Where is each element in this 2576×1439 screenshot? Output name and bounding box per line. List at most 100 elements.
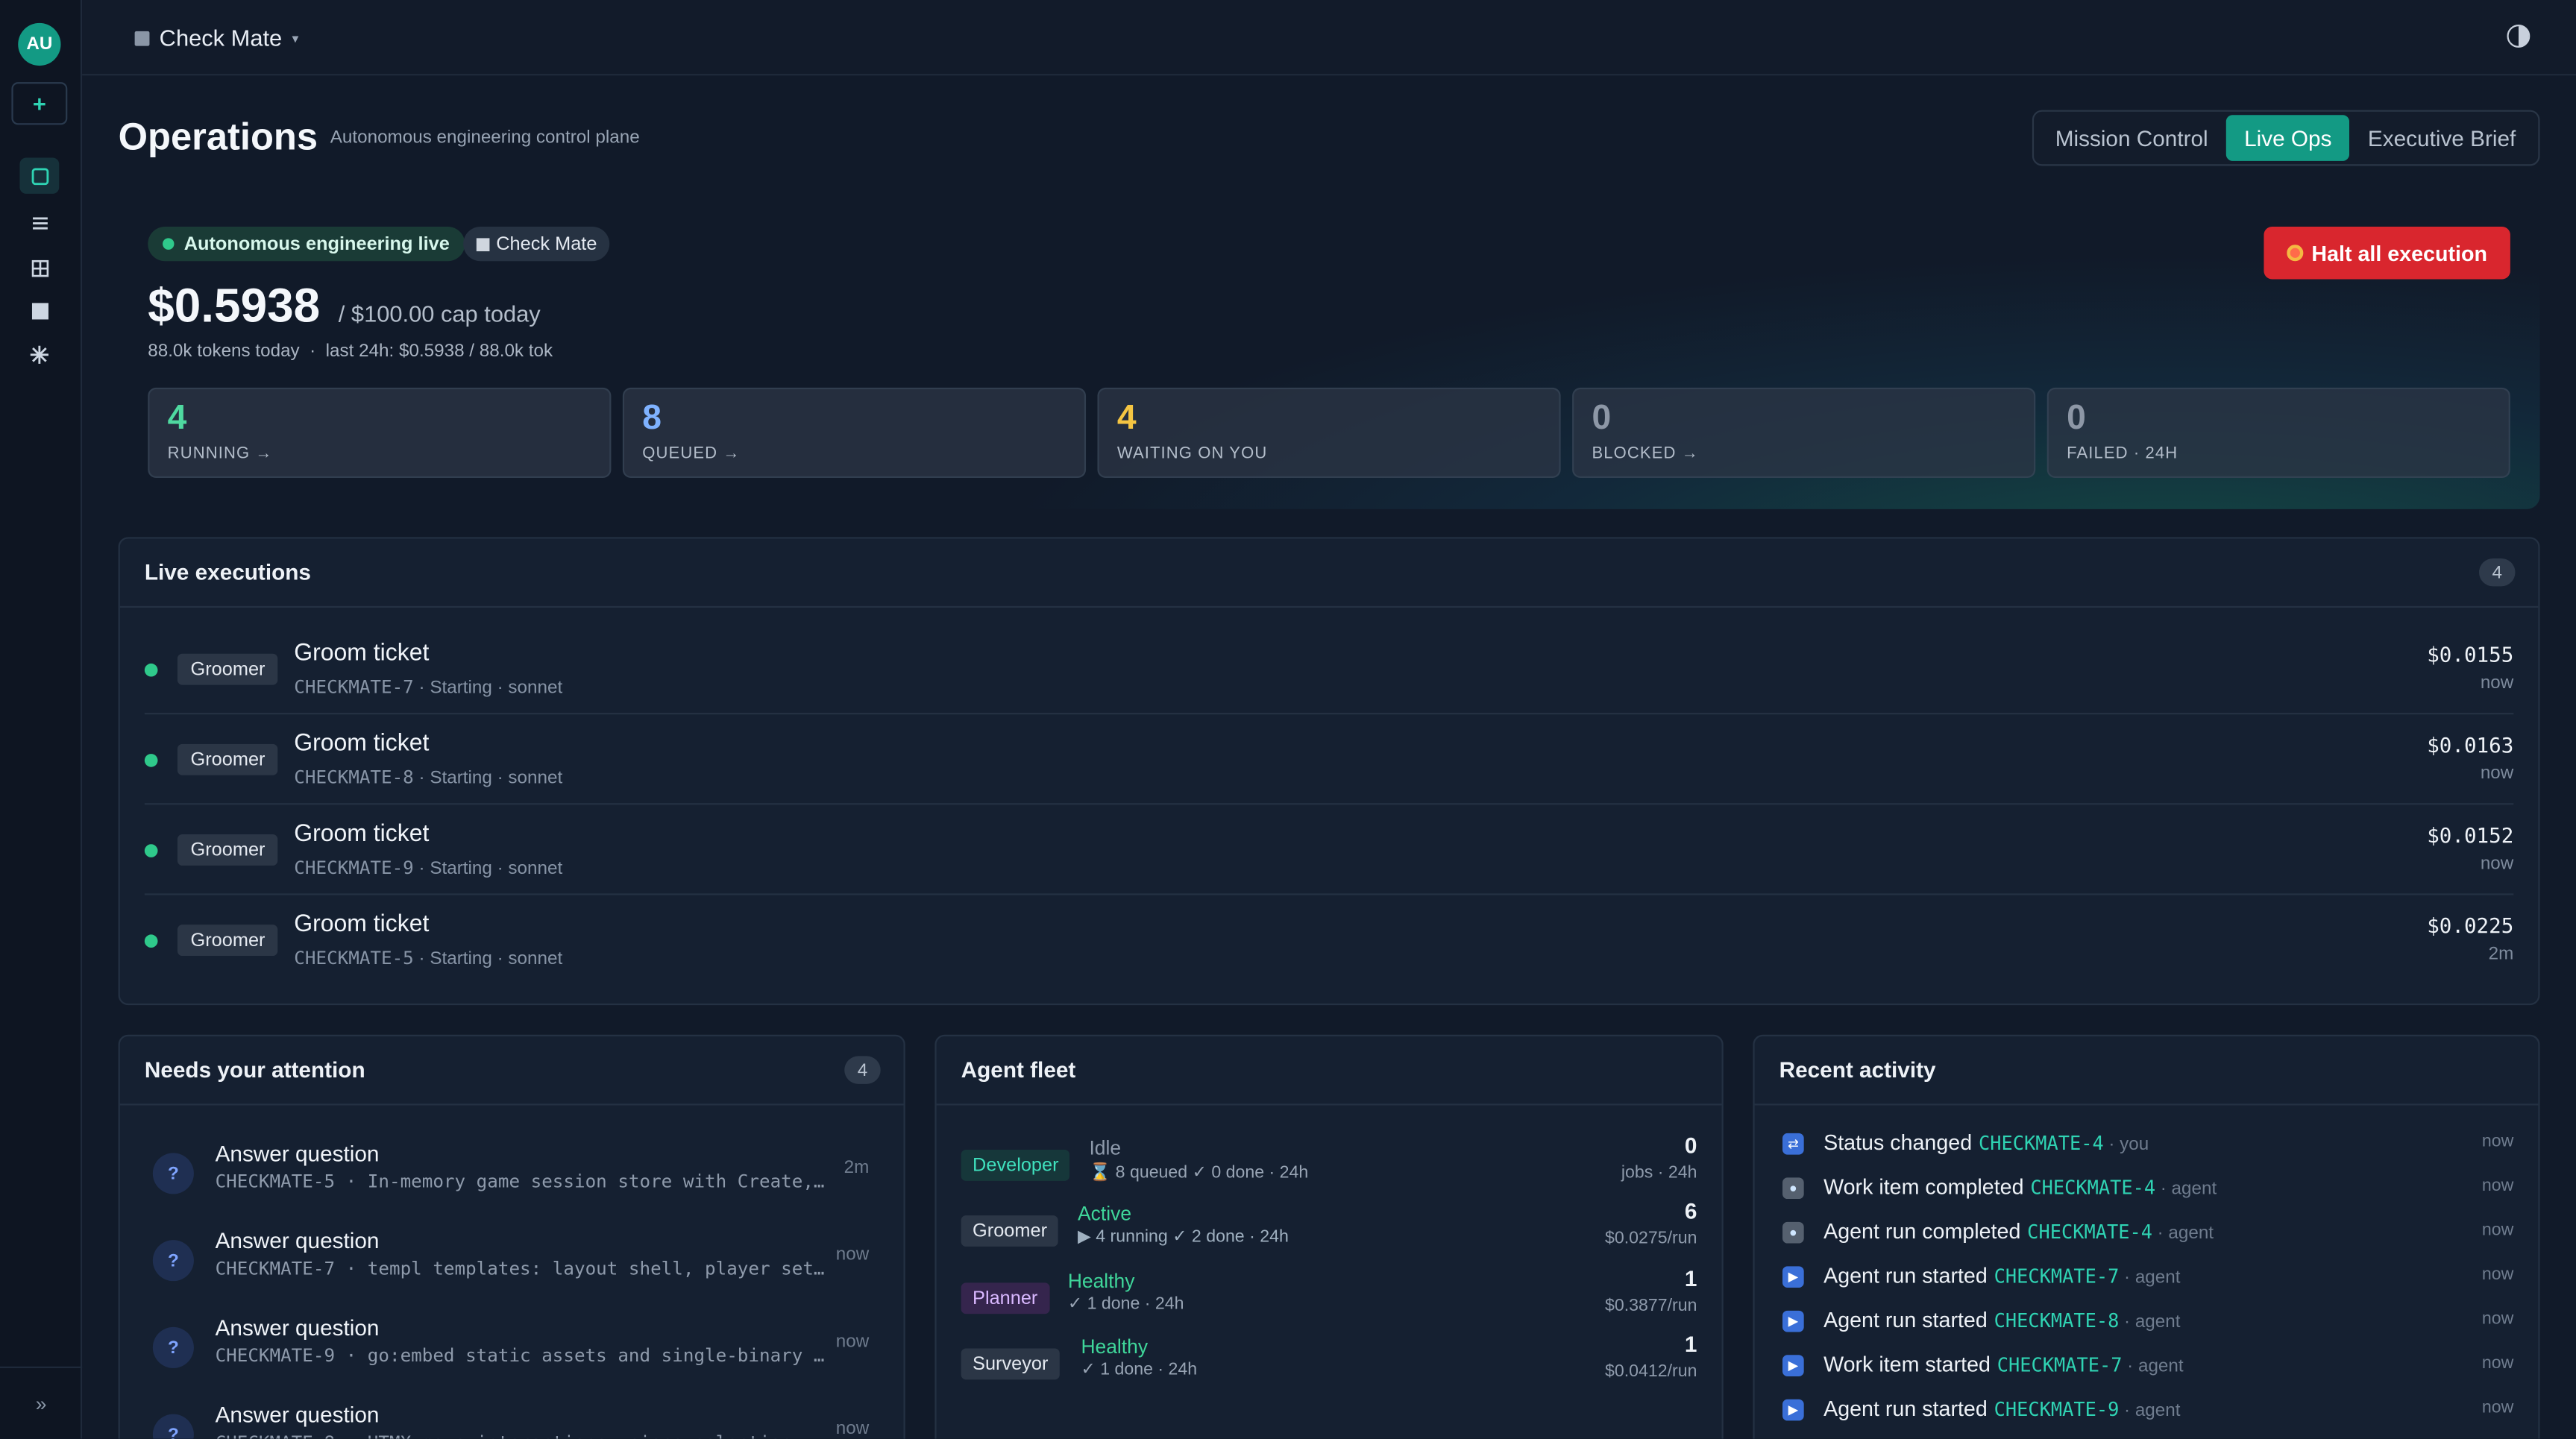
attention-time: 2m	[844, 1157, 870, 1178]
square-icon[interactable]	[19, 292, 59, 328]
fleet-row-developer[interactable]: Developer Idle ⌛ 8 queued ✓ 0 done · 24h…	[961, 1133, 1697, 1202]
fleet-status: Idle	[1089, 1136, 1122, 1160]
list-icon[interactable]	[19, 205, 59, 241]
activity-time: now	[2481, 1353, 2514, 1373]
attention-desc: CHECKMATE-5 · In-memory game session sto…	[215, 1171, 826, 1193]
activity-item[interactable]: ● Work item completed CHECKMATE-4 · agent …	[1779, 1174, 2514, 1220]
question-icon: ?	[152, 1153, 194, 1194]
execution-meta: CHECKMATE-9 · Starting · sonnet	[294, 857, 563, 879]
fleet-count: 0	[1684, 1133, 1697, 1158]
activity-item[interactable]: ● Agent run completed CHECKMATE-4 · agent …	[1779, 1218, 2514, 1265]
stat-waiting[interactable]: 4 WAITING ON YOU	[1097, 387, 1561, 479]
card-title: Agent fleet	[961, 1057, 1076, 1083]
execution-meta: CHECKMATE-8 · Starting · sonnet	[294, 766, 563, 789]
running-status-icon	[144, 754, 158, 767]
card-title: Live executions	[144, 560, 311, 585]
execution-time: now	[2480, 854, 2514, 874]
tab-mission-control[interactable]: Mission Control	[2037, 115, 2225, 161]
halt-all-button[interactable]: Halt all execution	[2264, 226, 2510, 280]
fleet-status: Active	[1078, 1202, 1132, 1226]
execution-meta: CHECKMATE-7 · Starting · sonnet	[294, 676, 563, 699]
attention-item[interactable]: ? Answer question CHECKMATE-9 · go:embed…	[145, 1301, 879, 1388]
stat-value: 4	[1116, 399, 1137, 437]
stat-value: 8	[642, 399, 662, 437]
execution-row[interactable]: Groomer Groom ticket CHECKMATE-7 · Start…	[144, 624, 2513, 715]
activity-text: Work item completed CHECKMATE-4 · agent	[1823, 1174, 2217, 1200]
question-icon: ?	[152, 1414, 194, 1439]
attention-time: now	[835, 1244, 870, 1265]
project-switcher[interactable]: Check Mate ▾	[134, 25, 298, 51]
activity-text: Agent run started CHECKMATE-7 · agent	[1823, 1262, 2181, 1288]
activity-time: now	[2481, 1176, 2514, 1196]
attention-desc: CHECKMATE-9 · go:embed static assets and…	[215, 1345, 826, 1367]
stat-queued[interactable]: 8 QUEUED →	[622, 387, 1087, 479]
role-tag: Planner	[961, 1282, 1049, 1314]
fleet-status: Healthy	[1081, 1335, 1149, 1358]
activity-text: Agent run started CHECKMATE-9 · agent	[1823, 1396, 2181, 1421]
stat-running[interactable]: 4 RUNNING →	[148, 387, 612, 479]
fleet-row-groomer[interactable]: Groomer Active ▶ 4 running ✓ 2 done · 24…	[961, 1199, 1697, 1268]
activity-text: Agent run started CHECKMATE-8 · agent	[1823, 1307, 2181, 1332]
sparkle-icon[interactable]	[19, 337, 59, 373]
attention-time: now	[835, 1332, 870, 1352]
count-badge: 4	[844, 1056, 881, 1084]
live-status-label: Autonomous engineering live	[183, 233, 450, 254]
attention-item[interactable]: ? Answer question CHECKMATE-8 · HTMX mov…	[145, 1388, 879, 1439]
activity-item[interactable]: ▶ Agent run started CHECKMATE-8 · agent no…	[1779, 1307, 2513, 1353]
grid-icon[interactable]	[19, 250, 59, 286]
halt-label: Halt all execution	[2311, 240, 2487, 265]
execution-meta: CHECKMATE-5 · Starting · sonnet	[294, 948, 563, 969]
activity-item[interactable]: ▶ Work item started CHECKMATE-7 · agent no…	[1779, 1352, 2514, 1397]
activity-item[interactable]: ⇄ Status changed CHECKMATE-4 · you now	[1779, 1130, 2513, 1176]
tab-executive-brief[interactable]: Executive Brief	[2350, 115, 2534, 161]
execution-row[interactable]: Groomer Groom ticket CHECKMATE-9 · Start…	[144, 804, 2514, 895]
live-status-pill: Autonomous engineering live	[148, 226, 465, 262]
activity-text: Agent run completed CHECKMATE-4 · agent	[1823, 1218, 2214, 1244]
question-icon: ?	[152, 1240, 194, 1282]
execution-row[interactable]: Groomer Groom ticket CHECKMATE-5 · Start…	[144, 895, 2513, 986]
robot-icon: ●	[1782, 1177, 1804, 1200]
attention-card: Needs your attention 4 ? Answer question…	[118, 1034, 905, 1439]
role-tag: Groomer	[961, 1215, 1059, 1247]
execution-row[interactable]: Groomer Groom ticket CHECKMATE-8 · Start…	[144, 714, 2514, 805]
fleet-unit: jobs · 24h	[1621, 1162, 1697, 1183]
topbar: Check Mate ▾	[82, 0, 2576, 76]
stat-blocked[interactable]: 0 BLOCKED →	[1572, 387, 2036, 479]
view-tabs: Mission Control Live Ops Executive Brief	[2032, 110, 2540, 166]
attention-item[interactable]: ? Answer question CHECKMATE-5 · In-memor…	[145, 1127, 879, 1214]
avatar[interactable]: AU	[18, 22, 61, 66]
activity-item[interactable]: ▶ Agent run started CHECKMATE-9 · agent no…	[1779, 1396, 2513, 1439]
fleet-row-surveyor[interactable]: Surveyor Healthy ✓ 1 done · 24h 1 $0.041…	[961, 1332, 1697, 1401]
theme-toggle-icon[interactable]	[2507, 25, 2531, 48]
agent-tag: Groomer	[177, 834, 279, 866]
app-window: AU + » Check Mate ▾ Operations Autonomou…	[0, 0, 2576, 1439]
stat-failed[interactable]: 0 FAILED · 24H	[2046, 387, 2510, 479]
activity-time: now	[2481, 1220, 2514, 1241]
add-button[interactable]: +	[11, 82, 68, 125]
fleet-detail: ✓ 1 done · 24h	[1081, 1359, 1198, 1380]
collapse-sidebar-button[interactable]: »	[0, 1366, 83, 1439]
stop-icon	[2287, 245, 2304, 262]
recent-activity-card: Recent activity ⇄ Status changed CHECKMAT…	[1753, 1034, 2540, 1439]
live-dot-icon	[163, 238, 175, 250]
fleet-row-planner[interactable]: Planner Healthy ✓ 1 done · 24h 1 $0.3877…	[961, 1266, 1697, 1335]
tab-live-ops[interactable]: Live Ops	[2225, 115, 2350, 161]
dashboard-icon[interactable]	[19, 157, 60, 194]
fleet-detail: ⌛ 8 queued ✓ 0 done · 24h	[1089, 1162, 1309, 1183]
activity-item[interactable]: ▶ Agent run started CHECKMATE-7 · agent no…	[1779, 1262, 2513, 1309]
attention-time: now	[835, 1419, 870, 1439]
count-badge: 4	[2479, 558, 2516, 587]
execution-time: now	[2480, 763, 2514, 784]
execution-cost: $0.0152	[2427, 822, 2514, 848]
fleet-count: 1	[1684, 1266, 1697, 1291]
stat-value: 4	[167, 399, 187, 437]
running-status-icon	[144, 844, 158, 857]
agent-tag: Groomer	[177, 925, 279, 957]
attention-title: Answer question	[215, 1402, 380, 1428]
fleet-count: 1	[1684, 1332, 1697, 1357]
sidebar: AU + »	[0, 0, 83, 1439]
activity-text: Status changed CHECKMATE-4 · you	[1823, 1130, 2149, 1155]
execution-title: Groom ticket	[294, 821, 430, 848]
live-executions-card: Live executions 4 Groomer Groom ticket C…	[118, 537, 2540, 1006]
attention-item[interactable]: ? Answer question CHECKMATE-7 · templ te…	[145, 1214, 879, 1301]
